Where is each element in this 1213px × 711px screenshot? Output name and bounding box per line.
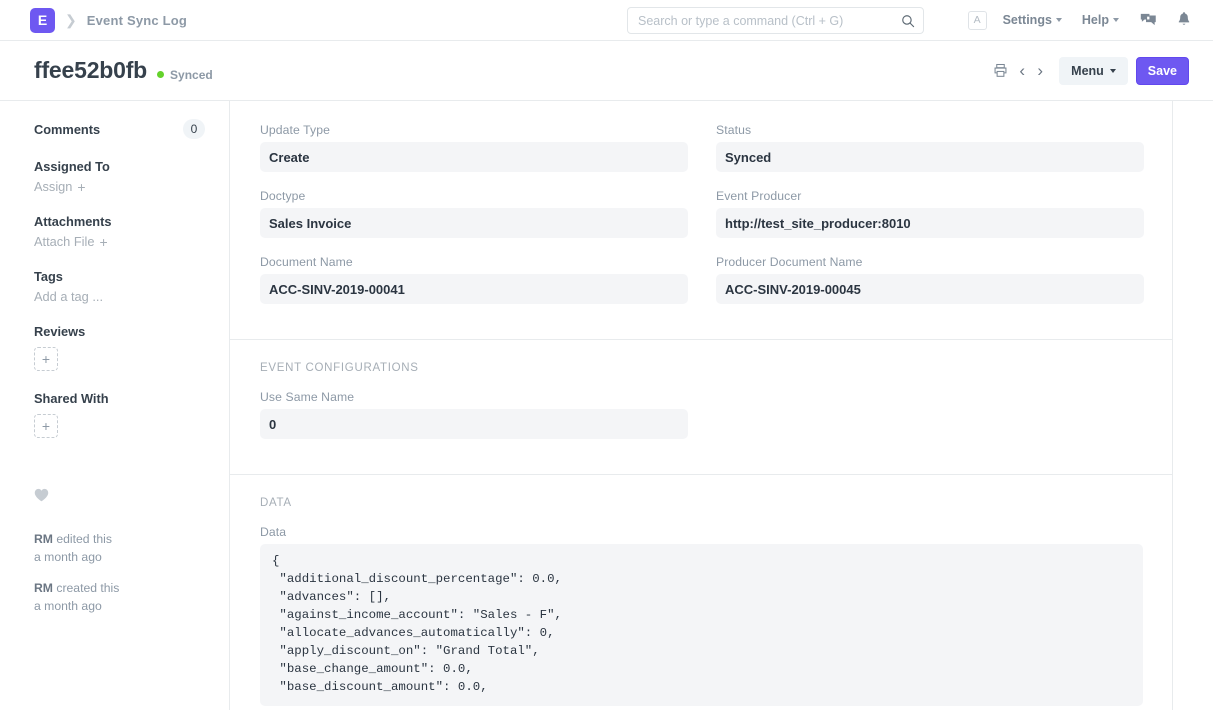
activity-user: RM: [34, 532, 53, 546]
menu-button[interactable]: Menu: [1059, 56, 1128, 85]
field-value[interactable]: http://test_site_producer:8010: [716, 208, 1144, 238]
data-code-block[interactable]: { "additional_discount_percentage": 0.0,…: [260, 544, 1143, 706]
next-document-button[interactable]: ›: [1031, 58, 1049, 84]
search-box[interactable]: [627, 7, 924, 34]
help-label: Help: [1081, 13, 1109, 27]
attach-file-button[interactable]: Attach File +: [34, 234, 205, 249]
sidebar-section-attachments: Attachments Attach File +: [34, 214, 205, 249]
activity-action: edited this: [56, 532, 112, 546]
title-group: ffee52b0fb Synced: [34, 57, 213, 84]
comments-label: Comments: [34, 121, 101, 137]
activity-action: created this: [56, 581, 120, 596]
prev-document-button[interactable]: ‹: [1013, 58, 1031, 84]
assign-label: Assign: [34, 179, 73, 194]
assign-button[interactable]: Assign +: [34, 179, 205, 194]
right-gutter: [1173, 101, 1213, 710]
activity-time: a month ago: [34, 549, 102, 564]
bell-icon[interactable]: [1175, 11, 1193, 29]
chat-icon[interactable]: [1139, 11, 1157, 29]
navbar-right-group: A Settings Help: [967, 10, 1197, 30]
shared-with-label: Shared With: [34, 391, 109, 406]
search-input[interactable]: [638, 13, 901, 28]
sidebar: Comments 0 Assigned To Assign + Attachme…: [0, 101, 230, 710]
print-button[interactable]: [987, 58, 1013, 84]
sidebar-section-assigned-to: Assigned To Assign +: [34, 159, 205, 194]
status-dot-icon: [157, 71, 165, 78]
reviews-label: Reviews: [34, 324, 86, 339]
page-title: ffee52b0fb: [34, 57, 148, 83]
field-value[interactable]: ACC-SINV-2019-00045: [716, 274, 1144, 304]
page-body: Comments 0 Assigned To Assign + Attachme…: [0, 101, 1213, 710]
chevron-down-icon: [1109, 68, 1116, 73]
plus-icon: +: [99, 233, 108, 250]
sidebar-section-comments: Comments 0: [34, 119, 205, 139]
field-update-type: Update Type Create: [260, 123, 688, 172]
field-use-same-name: Use Same Name 0: [260, 390, 688, 439]
top-navbar: E ❯ Event Sync Log A Settings Help: [0, 0, 1213, 41]
field-value[interactable]: 0: [260, 409, 688, 439]
chevron-down-icon: [1055, 18, 1062, 22]
field-label: Event Producer: [716, 189, 802, 203]
attachments-label: Attachments: [34, 214, 112, 229]
field-label: Document Name: [260, 255, 353, 269]
header-actions: ‹ › Menu Save: [987, 56, 1189, 85]
printer-icon: [994, 63, 1007, 77]
comments-count-badge: 0: [183, 119, 205, 139]
field-event-producer: Event Producer http://test_site_producer…: [716, 189, 1144, 238]
activity-log-item: RM created this a month ago: [34, 580, 205, 615]
app-logo[interactable]: E: [30, 7, 55, 33]
chevron-right-icon: ❯: [65, 12, 77, 28]
settings-label: Settings: [1002, 13, 1052, 27]
help-menu[interactable]: Help: [1082, 13, 1119, 27]
activity-time: a month ago: [34, 599, 102, 614]
field-value[interactable]: ACC-SINV-2019-00041: [260, 274, 688, 304]
attach-file-label: Attach File: [34, 234, 95, 249]
data-section-title: DATA: [260, 497, 292, 509]
document-form: Update Type Create Status Synced Doctype…: [230, 101, 1173, 710]
main-area: Update Type Create Status Synced Doctype…: [230, 101, 1213, 710]
chevron-down-icon: [1113, 18, 1119, 22]
field-value[interactable]: Synced: [716, 142, 1144, 172]
assigned-to-label: Assigned To: [34, 159, 110, 174]
event-configurations-title: EVENT CONFIGURATIONS: [260, 362, 419, 374]
section-data: DATA Data { "additional_discount_percent…: [230, 474, 1172, 710]
field-value[interactable]: Sales Invoice: [260, 208, 688, 238]
add-tag-input[interactable]: Add a tag ...: [34, 289, 205, 304]
field-label: Status: [716, 123, 752, 137]
status-label: Synced: [170, 67, 213, 82]
section-primary-fields: Update Type Create Status Synced Doctype…: [230, 101, 1172, 339]
field-status: Status Synced: [716, 123, 1144, 172]
add-review-button[interactable]: +: [34, 347, 58, 371]
menu-label: Menu: [1071, 63, 1104, 78]
plus-icon: +: [77, 178, 86, 195]
avatar[interactable]: A: [967, 10, 987, 30]
add-share-button[interactable]: +: [34, 414, 58, 438]
field-doctype: Doctype Sales Invoice: [260, 189, 688, 238]
search-icon[interactable]: [901, 14, 915, 28]
field-producer-document-name: Producer Document Name ACC-SINV-2019-000…: [716, 255, 1144, 304]
breadcrumb: E ❯ Event Sync Log: [30, 7, 187, 33]
heart-icon[interactable]: [34, 488, 49, 502]
sidebar-section-tags: Tags Add a tag ...: [34, 269, 205, 304]
section-event-configurations: EVENT CONFIGURATIONS Use Same Name 0: [230, 339, 1172, 474]
sidebar-section-shared-with: Shared With +: [34, 391, 205, 438]
field-label: Producer Document Name: [716, 255, 863, 269]
activity-user: RM: [34, 581, 53, 596]
field-value[interactable]: Create: [260, 142, 688, 172]
tags-label: Tags: [34, 269, 63, 284]
settings-menu[interactable]: Settings: [1003, 13, 1062, 27]
sidebar-section-reviews: Reviews +: [34, 324, 205, 371]
save-button[interactable]: Save: [1135, 56, 1189, 85]
field-label: Update Type: [260, 123, 330, 137]
field-label: Doctype: [260, 189, 306, 203]
page-header: ffee52b0fb Synced ‹ › Menu Save: [0, 41, 1213, 101]
field-label: Use Same Name: [260, 390, 355, 404]
data-field-label: Data: [260, 525, 287, 539]
field-document-name: Document Name ACC-SINV-2019-00041: [260, 255, 688, 304]
status-badge: Synced: [157, 68, 213, 82]
app-title[interactable]: Event Sync Log: [87, 13, 187, 28]
activity-log-item: RM edited this a month ago: [34, 531, 205, 566]
